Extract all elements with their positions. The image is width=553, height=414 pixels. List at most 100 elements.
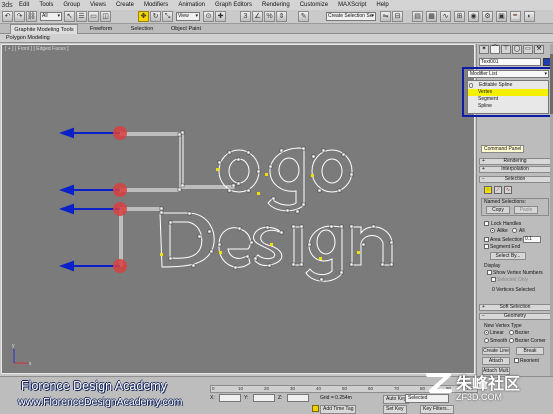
select-by-name-icon[interactable]: ☰ [76,11,87,22]
attach-button[interactable]: Attach [482,357,510,365]
undo-icon[interactable]: ↶ [2,11,13,22]
menu-modifiers[interactable]: Modifiers [139,0,173,10]
design-spline[interactable] [119,207,393,282]
modify-tab-icon[interactable]: ⌒ [490,45,500,54]
redo-icon[interactable]: ↷ [14,11,25,22]
menu-rendering[interactable]: Rendering [257,0,295,10]
z-coord-field[interactable] [287,394,309,402]
all-radio[interactable] [512,228,517,233]
pivot-center-icon[interactable]: ⊙ [203,11,214,22]
modifier-list-dropdown[interactable]: Modifier List ▾ [467,70,549,78]
menu-group[interactable]: Group [58,0,85,10]
selection-filter-dropdown[interactable]: All ▾ [40,12,62,21]
percent-snap-icon[interactable]: % [264,11,275,22]
rollout-selection[interactable]: − Selection [479,176,551,183]
add-time-tag-button[interactable]: Add Time Tag [320,405,357,414]
display-tab-icon[interactable]: ▭ [523,45,533,54]
create-line-button[interactable]: Create Line [482,347,510,355]
polygon-modeling-label[interactable]: Polygon Modeling [6,34,50,43]
stack-item-vertex[interactable]: Vertex [468,89,548,96]
named-selection-input[interactable]: Create Selection Se ▾ [326,12,376,21]
selected-only-checkbox[interactable] [491,277,496,282]
y-coord-field[interactable] [253,394,275,402]
angle-snap-icon[interactable]: ∠ [252,11,263,22]
select-object-icon[interactable]: ↖ [64,11,75,22]
select-manipulate-icon[interactable]: ✚ [215,11,226,22]
x-coord-field[interactable] [219,394,241,402]
select-scale-icon[interactable]: ⤡ [162,11,173,22]
curve-editor-icon[interactable]: ∿ [440,11,451,22]
segment-end-checkbox[interactable] [484,244,489,249]
spinner-snap-icon[interactable]: ⇕ [276,11,287,22]
create-tab-icon[interactable]: ✶ [479,45,489,54]
hierarchy-tab-icon[interactable]: ⊤ [501,45,511,54]
linear-radio[interactable] [484,330,489,335]
app-logo-icon[interactable]: 3ds [0,0,14,10]
rollout-geometry[interactable]: − Geometry [479,313,551,320]
alike-radio[interactable] [490,228,495,233]
snap-toggle-icon[interactable]: 3 [240,11,251,22]
rollout-interpolation[interactable]: + Interpolation [479,166,551,173]
set-key-button[interactable]: Set Key [383,405,407,414]
bezier-radio[interactable] [509,330,514,335]
vertex-selection-icon[interactable]: ⁘ [484,186,492,194]
area-selection-input[interactable]: 0.1 [523,236,541,243]
select-by-button[interactable]: Select By... [490,252,526,260]
menu-animation[interactable]: Animation [173,0,210,10]
menu-customize[interactable]: Customize [295,0,333,10]
area-selection-checkbox[interactable] [484,237,489,242]
time-tag-icon[interactable] [312,405,319,412]
render-iterative-icon[interactable]: ◐ [524,11,535,22]
break-button[interactable]: Break [516,347,544,355]
render-production-icon[interactable]: ☕ [510,11,521,22]
graphite-toggle-icon[interactable]: ▦ [426,11,437,22]
object-name-field[interactable]: Text001 [479,58,541,66]
tab-graphite-modeling-tools[interactable]: Graphite Modeling Tools [10,24,78,34]
menu-maxscript[interactable]: MAXScript [333,0,371,10]
menu-tools[interactable]: Tools [34,0,58,10]
front-viewport[interactable]: x y [ + ] [ Front ] [ Edged Faces ] [1,44,475,374]
rollout-soft-selection[interactable]: + Soft Selection [479,304,551,311]
render-setup-icon[interactable]: ⚙ [482,11,493,22]
segment-selection-icon[interactable]: ⟋ [494,186,502,194]
logo-spline[interactable] [119,132,353,212]
menu-views[interactable]: Views [85,0,111,10]
paste-button[interactable]: Paste [514,206,538,214]
smooth-radio[interactable] [484,338,489,343]
lock-handles-checkbox[interactable] [484,221,489,226]
reorient-checkbox[interactable] [514,358,519,363]
link-icon[interactable]: ⛓ [26,11,37,22]
stack-item-segment[interactable]: Segment [468,96,548,103]
window-crossing-icon[interactable]: ◫ [100,11,111,22]
spline-selection-icon[interactable]: ∿ [504,186,512,194]
motion-tab-icon[interactable]: ◯ [512,45,522,54]
material-editor-icon[interactable]: ◉ [468,11,479,22]
edit-named-selection-icon[interactable]: ✎ [298,11,309,22]
menu-create[interactable]: Create [111,0,139,10]
tab-selection[interactable]: Selection [124,24,160,34]
menu-help[interactable]: Help [371,0,393,10]
select-move-icon[interactable]: ✥ [138,11,149,22]
utilities-tab-icon[interactable]: ⚒ [534,45,544,54]
show-vertex-numbers-checkbox[interactable] [487,270,492,275]
viewport-scene[interactable]: x y [2,45,475,374]
rendered-frame-icon[interactable]: ▣ [496,11,507,22]
select-rotate-icon[interactable]: ↻ [150,11,161,22]
rect-selection-icon[interactable]: ▭ [88,11,99,22]
lightbulb-icon[interactable] [469,83,473,88]
mirror-icon[interactable]: ⇋ [380,11,391,22]
rollout-rendering[interactable]: + Rendering [479,158,551,165]
tab-freeform[interactable]: Freeform [84,24,118,34]
stack-item-spline[interactable]: Spline [468,103,548,110]
key-filters-button[interactable]: Key Filters... [420,405,454,414]
bezier-corner-radio[interactable] [509,338,514,343]
spline-vertices[interactable] [159,130,394,282]
schematic-view-icon[interactable]: ⊞ [454,11,465,22]
stack-item-editable-spline[interactable]: Editable Spline [468,82,548,89]
tab-object-paint[interactable]: Object Paint [166,24,206,34]
menu-edit[interactable]: Edit [14,0,34,10]
viewport-label[interactable]: [ + ] [ Front ] [ Edged Faces ] [5,46,69,52]
copy-button[interactable]: Copy [486,206,510,214]
menu-graph-editors[interactable]: Graph Editors [210,0,257,10]
ref-coord-dropdown[interactable]: View ▾ [176,12,200,21]
